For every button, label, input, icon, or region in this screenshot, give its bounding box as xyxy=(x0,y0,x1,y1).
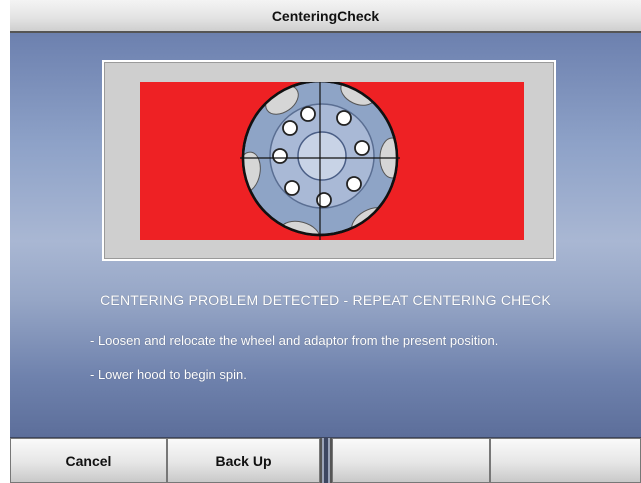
instruction-line-1: - Loosen and relocate the wheel and adap… xyxy=(90,333,499,348)
wheel-image-panel xyxy=(102,60,556,261)
back-up-button[interactable]: Back Up xyxy=(167,438,320,483)
wheel-icon xyxy=(240,82,400,240)
left-edge xyxy=(0,0,10,483)
cancel-button[interactable]: Cancel xyxy=(10,438,167,483)
instruction-line-2: - Lower hood to begin spin. xyxy=(90,367,247,382)
softkey-4-button[interactable] xyxy=(490,438,641,483)
title-bar: CenteringCheck xyxy=(10,0,641,33)
softkey-3-button[interactable] xyxy=(332,438,490,483)
centering-problem-heading: CENTERING PROBLEM DETECTED - REPEAT CENT… xyxy=(100,292,551,308)
softkey-divider xyxy=(320,438,332,483)
window-title: CenteringCheck xyxy=(271,7,380,24)
alert-background xyxy=(140,82,524,240)
